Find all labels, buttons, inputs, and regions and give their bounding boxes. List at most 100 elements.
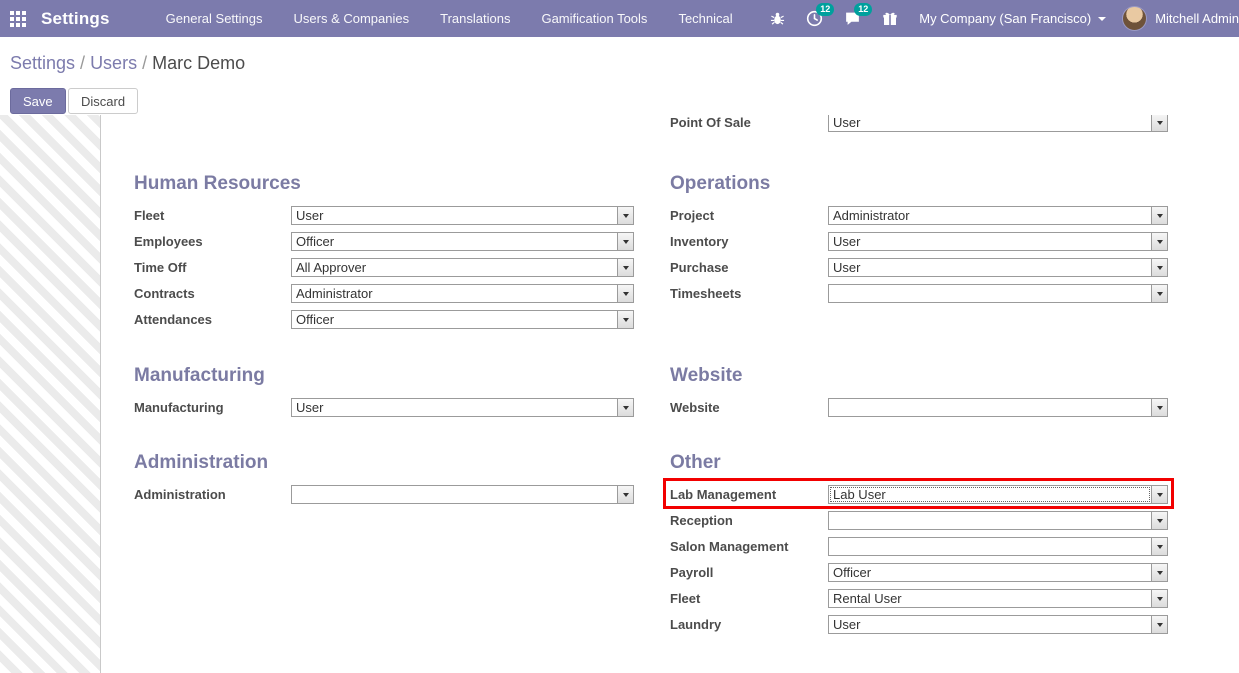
time-off-select[interactable]: All Approver (291, 258, 634, 277)
field-label: Laundry (670, 617, 721, 632)
field-row: Fleet Rental User (670, 586, 1180, 612)
dropdown-arrow-icon[interactable] (1151, 259, 1167, 276)
dropdown-arrow-icon[interactable] (617, 259, 633, 276)
select-value: User (829, 115, 1151, 131)
dropdown-arrow-icon[interactable] (1151, 512, 1167, 529)
breadcrumb-users-link[interactable]: Users (90, 53, 137, 73)
point-of-sale-select[interactable]: User (828, 115, 1168, 132)
website-select[interactable] (828, 398, 1168, 417)
company-name: My Company (San Francisco) (919, 11, 1091, 26)
select-value: Officer (292, 233, 617, 250)
field-row: Purchase User (670, 255, 1180, 281)
reception-select[interactable] (828, 511, 1168, 530)
field-row-lab-management: Lab Management Lab User (670, 482, 1180, 508)
section-title: Manufacturing (134, 365, 644, 387)
inventory-select[interactable]: User (828, 232, 1168, 251)
dropdown-arrow-icon[interactable] (617, 233, 633, 250)
field-label: Timesheets (670, 286, 741, 301)
select-value (829, 399, 1151, 416)
discard-button[interactable]: Discard (68, 88, 138, 114)
section-title: Website (670, 365, 1180, 387)
apps-menu-icon[interactable] (10, 11, 26, 27)
fleet-other-select[interactable]: Rental User (828, 589, 1168, 608)
dropdown-arrow-icon[interactable] (617, 399, 633, 416)
dropdown-arrow-icon[interactable] (1151, 564, 1167, 581)
field-row: Administration (134, 482, 644, 508)
menu-technical[interactable]: Technical (678, 11, 732, 26)
lab-management-select[interactable]: Lab User (828, 485, 1168, 504)
field-row: Manufacturing User (134, 395, 644, 421)
systray: 12 12 My Company (San Francisco) Mitchel… (770, 6, 1239, 31)
dropdown-arrow-icon[interactable] (1151, 285, 1167, 302)
select-value: Rental User (829, 590, 1151, 607)
field-row: Payroll Officer (670, 560, 1180, 586)
field-label: Manufacturing (134, 400, 224, 415)
menu-gamification-tools[interactable]: Gamification Tools (541, 11, 647, 26)
company-switcher[interactable]: My Company (San Francisco) (919, 11, 1106, 26)
breadcrumb: Settings/Users/Marc Demo (10, 53, 245, 74)
project-select[interactable]: Administrator (828, 206, 1168, 225)
dropdown-arrow-icon[interactable] (1151, 486, 1167, 503)
select-value: User (292, 399, 617, 416)
control-panel: Settings/Users/Marc Demo Save Discard (0, 37, 1239, 115)
field-row: Inventory User (670, 229, 1180, 255)
field-label: Attendances (134, 312, 212, 327)
menu-translations[interactable]: Translations (440, 11, 510, 26)
payroll-select[interactable]: Officer (828, 563, 1168, 582)
breadcrumb-separator: / (80, 53, 85, 73)
dropdown-arrow-icon[interactable] (1151, 538, 1167, 555)
field-label: Salon Management (670, 539, 788, 554)
administration-select[interactable] (291, 485, 634, 504)
field-label: Employees (134, 234, 203, 249)
field-label: Payroll (670, 565, 713, 580)
salon-management-select[interactable] (828, 537, 1168, 556)
section-manufacturing: Manufacturing Manufacturing User (134, 365, 644, 421)
dropdown-arrow-icon[interactable] (1151, 616, 1167, 633)
dropdown-arrow-icon[interactable] (1151, 399, 1167, 416)
gift-icon[interactable] (882, 11, 898, 27)
dropdown-arrow-icon[interactable] (617, 285, 633, 302)
field-row: Laundry User (670, 612, 1180, 638)
chevron-down-icon (1098, 17, 1106, 21)
menu-users-companies[interactable]: Users & Companies (294, 11, 410, 26)
messages-icon[interactable]: 12 (844, 10, 861, 27)
contracts-select[interactable]: Administrator (291, 284, 634, 303)
menu-general-settings[interactable]: General Settings (166, 11, 263, 26)
section-administration: Administration Administration (134, 452, 644, 508)
dropdown-arrow-icon[interactable] (1151, 590, 1167, 607)
field-label: Website (670, 400, 720, 415)
dropdown-arrow-icon[interactable] (617, 486, 633, 503)
user-name[interactable]: Mitchell Admin (1155, 11, 1239, 26)
purchase-select[interactable]: User (828, 258, 1168, 277)
field-label: Reception (670, 513, 733, 528)
activities-clock-icon[interactable]: 12 (806, 10, 823, 27)
bug-icon[interactable] (770, 11, 785, 26)
dropdown-arrow-icon[interactable] (1151, 115, 1167, 131)
dropdown-arrow-icon[interactable] (617, 207, 633, 224)
select-value: User (829, 259, 1151, 276)
breadcrumb-settings-link[interactable]: Settings (10, 53, 75, 73)
user-avatar[interactable] (1122, 6, 1147, 31)
message-badge-count: 12 (854, 3, 872, 16)
select-value: Officer (829, 564, 1151, 581)
field-row: Contracts Administrator (134, 281, 644, 307)
manufacturing-select[interactable]: User (291, 398, 634, 417)
save-button[interactable]: Save (10, 88, 66, 114)
select-value: User (829, 233, 1151, 250)
top-navbar: Settings General Settings Users & Compan… (0, 0, 1239, 37)
dropdown-arrow-icon[interactable] (1151, 233, 1167, 250)
select-value (292, 486, 617, 503)
dropdown-arrow-icon[interactable] (617, 311, 633, 328)
field-row: Reception (670, 508, 1180, 534)
field-label: Lab Management (670, 487, 776, 502)
attendances-select[interactable]: Officer (291, 310, 634, 329)
laundry-select[interactable]: User (828, 615, 1168, 634)
select-value (829, 285, 1151, 302)
timesheets-select[interactable] (828, 284, 1168, 303)
fleet-select[interactable]: User (291, 206, 634, 225)
field-row: Timesheets (670, 281, 1180, 307)
dropdown-arrow-icon[interactable] (1151, 207, 1167, 224)
section-other: Other Lab Management Lab User Reception … (670, 452, 1180, 638)
main-menu: General Settings Users & Companies Trans… (166, 11, 764, 26)
employees-select[interactable]: Officer (291, 232, 634, 251)
